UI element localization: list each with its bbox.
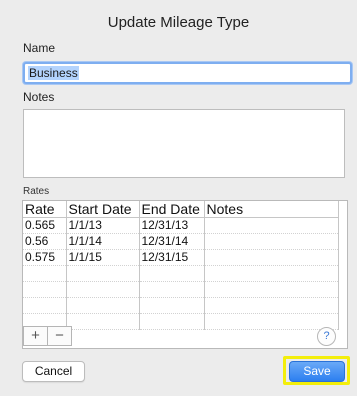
table-row[interactable]: 0.565 1/1/13 12/31/13 [23,217,339,234]
add-remove-control: + − [23,326,73,346]
cell-start-date[interactable]: 1/1/15 [66,249,140,266]
column-header-rate[interactable]: Rate [23,201,67,218]
cell-end-date[interactable] [139,281,205,298]
cell-start-date[interactable] [66,313,140,330]
cell-end-date[interactable]: 12/31/13 [139,217,205,234]
plus-icon: + [31,327,40,344]
name-field[interactable]: Business [23,62,352,84]
table-row[interactable] [23,265,339,282]
cancel-button[interactable]: Cancel [22,361,85,382]
remove-rate-button[interactable]: − [48,326,72,346]
cell-start-date[interactable]: 1/1/14 [66,233,140,250]
cell-notes[interactable] [204,265,339,282]
cell-notes[interactable] [204,217,339,234]
name-label: Name [23,41,56,55]
dialog-title: Update Mileage Type [107,14,250,31]
table-row[interactable]: 0.575 1/1/15 12/31/15 [23,249,339,266]
cell-rate[interactable]: 0.56 [23,233,67,250]
table-row[interactable] [23,297,339,314]
column-header-end-date[interactable]: End Date [139,201,205,218]
cell-start-date[interactable] [66,297,140,314]
notes-field[interactable] [23,109,345,178]
rates-label: Rates [23,186,50,197]
rates-panel: Rate Start Date End Date Notes 0.565 1/1… [22,200,348,349]
table-row[interactable] [23,281,339,298]
rates-header-row: Rate Start Date End Date Notes [23,201,339,218]
cell-notes[interactable] [204,297,339,314]
column-header-notes[interactable]: Notes [204,201,339,218]
cell-end-date[interactable] [139,313,205,330]
help-button[interactable]: ? [317,327,336,346]
question-icon: ? [323,330,330,342]
cell-rate[interactable]: 0.575 [23,249,67,266]
update-mileage-type-dialog: Update Mileage Type Name Business Notes … [0,0,357,396]
cell-rate[interactable] [23,265,67,282]
minus-icon: − [55,327,64,344]
cell-rate[interactable] [23,297,67,314]
cell-start-date[interactable] [66,281,140,298]
cell-notes[interactable] [204,233,339,250]
cell-notes[interactable] [204,281,339,298]
add-rate-button[interactable]: + [23,326,48,346]
cell-end-date[interactable]: 12/31/14 [139,233,205,250]
notes-label: Notes [23,90,55,104]
cell-end-date[interactable] [139,265,205,282]
cell-start-date[interactable] [66,265,140,282]
table-row[interactable]: 0.56 1/1/14 12/31/14 [23,233,339,250]
cell-end-date[interactable] [139,297,205,314]
column-header-start-date[interactable]: Start Date [66,201,140,218]
rates-table: Rate Start Date End Date Notes 0.565 1/1… [23,201,339,330]
cell-rate[interactable]: 0.565 [23,217,67,234]
save-button[interactable]: Save [289,361,345,382]
cell-notes[interactable] [204,313,339,330]
name-field-value: Business [28,66,79,80]
cell-rate[interactable] [23,281,67,298]
cell-notes[interactable] [204,249,339,266]
cell-start-date[interactable]: 1/1/13 [66,217,140,234]
cell-end-date[interactable]: 12/31/15 [139,249,205,266]
